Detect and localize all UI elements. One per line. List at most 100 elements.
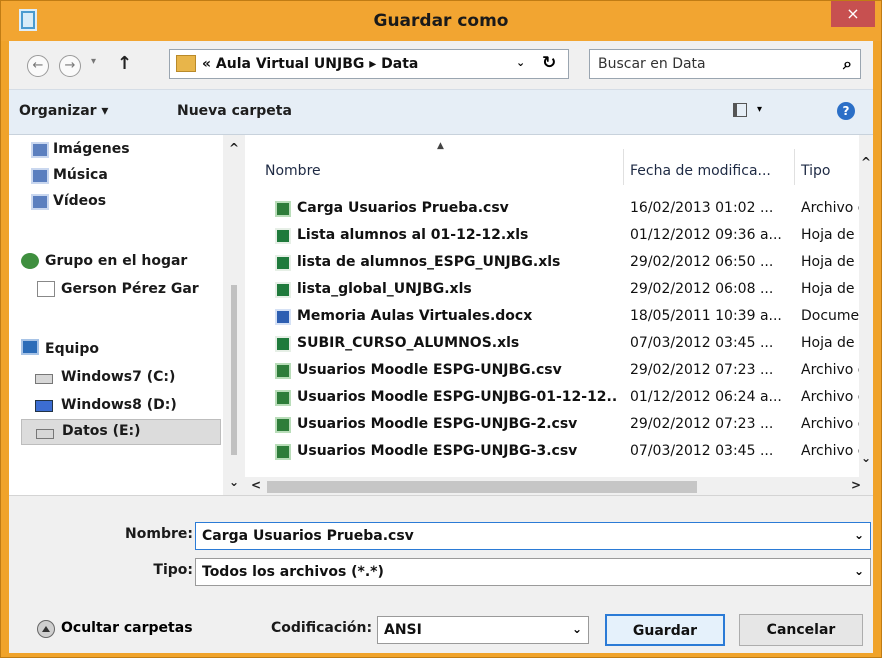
help-icon[interactable]: ?: [837, 102, 855, 120]
csv-file-icon: [275, 201, 291, 217]
file-row[interactable]: Usuarios Moodle ESPG-UNJBG-01-12-12.... 0…: [245, 386, 873, 410]
encoding-label: Codificación:: [271, 620, 373, 636]
back-button[interactable]: ←: [27, 55, 49, 77]
file-type: Archivo c: [801, 362, 865, 378]
refresh-icon[interactable]: ↻: [542, 53, 556, 73]
nav-item-videos[interactable]: Vídeos: [31, 193, 107, 210]
save-button[interactable]: Guardar: [605, 614, 725, 646]
filename-field[interactable]: Carga Usuarios Prueba.csv ⌄: [195, 522, 871, 550]
nav-item-drive-c[interactable]: Windows7 (C:): [35, 369, 176, 385]
title-bar[interactable]: Guardar como ×: [1, 1, 881, 41]
file-type: Documer: [801, 308, 865, 324]
nav-scroll-down[interactable]: ⌄: [229, 475, 239, 489]
breadcrumb[interactable]: « Aula Virtual UNJBG ▸ Data: [202, 56, 418, 72]
file-scroll-down[interactable]: ⌄: [861, 451, 871, 465]
file-type: Hoja de c: [801, 227, 865, 243]
file-name: Usuarios Moodle ESPG-UNJBG.csv: [297, 362, 562, 378]
close-button[interactable]: ×: [831, 1, 875, 27]
file-scroll-left[interactable]: <: [251, 478, 261, 492]
save-as-dialog: Guardar como × ← → ▾ ↑ « Aula Virtual UN…: [0, 0, 882, 658]
change-view-icon[interactable]: [733, 103, 747, 117]
filetype-select[interactable]: Todos los archivos (*.*) ⌄: [195, 558, 871, 586]
file-name: Lista alumnos al 01-12-12.xls: [297, 227, 529, 243]
column-header-label: Nombre: [265, 163, 321, 179]
file-name: Usuarios Moodle ESPG-UNJBG-3.csv: [297, 443, 578, 459]
file-row[interactable]: Memoria Aulas Virtuales.docx 18/05/2011 1…: [245, 305, 873, 329]
file-row[interactable]: lista de alumnos_ESPG_UNJBG.xls 29/02/201…: [245, 251, 873, 275]
encoding-dropdown-icon[interactable]: ⌄: [572, 622, 582, 636]
new-folder-button[interactable]: Nueva carpeta: [177, 103, 292, 119]
column-header-name[interactable]: Nombre: [265, 163, 321, 179]
nav-item-music[interactable]: Música: [31, 167, 108, 184]
file-date: 29/02/2012 07:23 ...: [630, 362, 774, 378]
nav-item-drive-d[interactable]: Windows8 (D:): [35, 397, 177, 413]
nav-item-label: Música: [53, 167, 108, 183]
nav-scroll-up[interactable]: ^: [229, 141, 239, 155]
nav-item-computer[interactable]: Equipo: [21, 339, 99, 357]
cancel-button[interactable]: Cancelar: [739, 614, 863, 646]
search-input[interactable]: Buscar en Data ⌕: [589, 49, 861, 79]
xls-file-icon: [275, 336, 291, 352]
file-list-hscrollbar[interactable]: < >: [245, 477, 873, 495]
file-name: Usuarios Moodle ESPG-UNJBG-2.csv: [297, 416, 578, 432]
csv-file-icon: [275, 363, 291, 379]
view-options-dropdown[interactable]: ▾: [757, 104, 762, 115]
file-row[interactable]: Usuarios Moodle ESPG-UNJBG-2.csv 29/02/20…: [245, 413, 873, 437]
up-folder-button[interactable]: ↑: [117, 53, 132, 74]
column-separator[interactable]: [794, 149, 795, 185]
file-scroll-up[interactable]: ^: [861, 155, 871, 169]
file-date: 29/02/2012 07:23 ...: [630, 416, 774, 432]
nav-item-label: Vídeos: [53, 193, 107, 209]
encoding-select[interactable]: ANSI ⌄: [377, 616, 589, 644]
nav-item-images[interactable]: Imágenes: [31, 141, 130, 158]
nav-item-label: Equipo: [45, 341, 99, 357]
hscrollbar-thumb[interactable]: [267, 481, 697, 493]
file-scroll-right[interactable]: >: [851, 478, 861, 492]
organize-button[interactable]: Organizar ▾: [19, 103, 108, 119]
column-separator[interactable]: [623, 149, 624, 185]
file-name: SUBIR_CURSO_ALUMNOS.xls: [297, 335, 520, 351]
csv-file-icon: [275, 390, 291, 406]
file-list-scrollbar[interactable]: [859, 135, 873, 479]
homegroup-icon: [21, 253, 39, 269]
nav-item-label: Datos (E:): [62, 423, 141, 439]
address-bar[interactable]: « Aula Virtual UNJBG ▸ Data ⌄ ↻: [169, 49, 569, 79]
file-row[interactable]: lista_global_UNJBG.xls 29/02/2012 06:08 .…: [245, 278, 873, 302]
nav-item-drive-e[interactable]: Datos (E:): [21, 419, 221, 445]
library-icon: [31, 194, 49, 210]
filename-dropdown-icon[interactable]: ⌄: [854, 528, 864, 542]
library-icon: [31, 142, 49, 158]
recent-locations-dropdown[interactable]: ▾: [91, 56, 96, 67]
xls-file-icon: [275, 255, 291, 271]
file-row[interactable]: Carga Usuarios Prueba.csv 16/02/2013 01:0…: [245, 197, 873, 221]
filetype-dropdown-icon[interactable]: ⌄: [854, 564, 864, 578]
file-name: Carga Usuarios Prueba.csv: [297, 200, 509, 216]
file-type: Archivo c: [801, 200, 865, 216]
file-type: Hoja de c: [801, 254, 865, 270]
csv-file-icon: [275, 417, 291, 433]
nav-item-label: Windows7 (C:): [61, 369, 176, 385]
command-bar: Organizar ▾ Nueva carpeta ▾ ?: [9, 89, 873, 135]
column-header-date[interactable]: Fecha de modifica...: [630, 163, 771, 179]
nav-item-homegroup[interactable]: Grupo en el hogar: [21, 253, 188, 269]
hide-folders-button[interactable]: Ocultar carpetas: [37, 620, 217, 642]
file-row[interactable]: Lista alumnos al 01-12-12.xls 01/12/2012 …: [245, 224, 873, 248]
nav-scrollbar-thumb[interactable]: [231, 285, 237, 455]
file-list: Nombre ▲ Fecha de modifica... Tipo Carga…: [245, 135, 873, 495]
nav-item-label: Grupo en el hogar: [45, 253, 188, 269]
file-name: Usuarios Moodle ESPG-UNJBG-01-12-12....: [297, 389, 617, 405]
filetype-label: Tipo:: [153, 562, 193, 578]
drive-icon: [36, 429, 54, 439]
filename-label: Nombre:: [125, 526, 193, 542]
user-folder-icon: [37, 281, 55, 297]
search-icon[interactable]: ⌕: [843, 54, 852, 74]
address-dropdown-button[interactable]: ⌄: [516, 56, 525, 69]
csv-file-icon: [275, 444, 291, 460]
file-row[interactable]: SUBIR_CURSO_ALUMNOS.xls 07/03/2012 03:45 …: [245, 332, 873, 356]
dialog-body: ← → ▾ ↑ « Aula Virtual UNJBG ▸ Data ⌄ ↻ …: [9, 41, 873, 653]
forward-button[interactable]: →: [59, 55, 81, 77]
column-header-type[interactable]: Tipo: [801, 163, 830, 179]
file-row[interactable]: Usuarios Moodle ESPG-UNJBG.csv 29/02/2012…: [245, 359, 873, 383]
nav-item-user[interactable]: Gerson Pérez Gar: [37, 281, 199, 297]
file-row[interactable]: Usuarios Moodle ESPG-UNJBG-3.csv 07/03/20…: [245, 440, 873, 464]
